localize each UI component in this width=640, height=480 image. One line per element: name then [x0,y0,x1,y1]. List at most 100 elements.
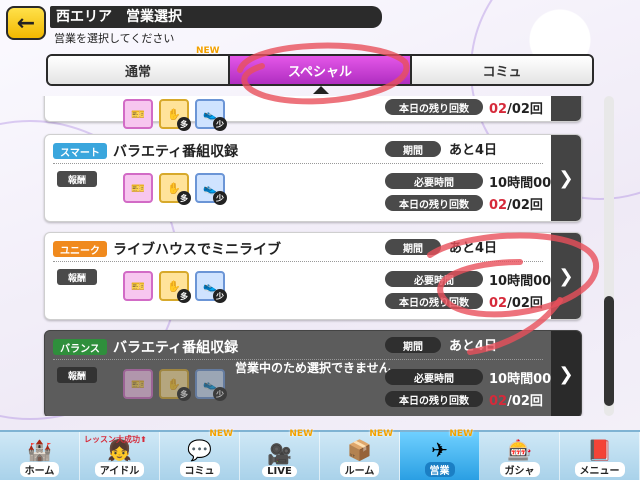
reward-level: 少 [213,289,227,303]
nav-label: LIVE [262,466,297,477]
reward-ticket-icon: 🎫 [123,173,153,203]
menu-icon: 📕 [587,438,612,462]
tab-label: スペシャル [287,64,353,80]
period-value: あと4日 [449,241,498,256]
required-time-label: 必要時間 [385,173,483,189]
back-button[interactable]: ← [6,6,46,40]
reward-ticket-icon: 🎫 [123,99,153,129]
reward-hand-icon: ✋ 多 [159,173,191,205]
chevron-right-icon: ❯ [551,233,581,319]
tab-label: 通常 [124,64,151,80]
chevron-right-icon: ❯ [551,331,581,416]
reward-shoe-icon: 👟 少 [195,271,227,303]
reward-hand-icon: ✋ 多 [159,99,191,131]
page-subtitle: 営業を選択してください [54,32,175,45]
remaining-count-label: 本日の残り回数 [385,391,483,407]
reward-shoe-icon: 👟 少 [195,99,227,131]
nav-commu[interactable]: NEW 💬 コミュ [160,429,240,480]
period-label: 期間 [385,337,441,353]
reward-shoe-icon: 👟 少 [195,369,227,401]
scrollbar[interactable] [604,96,614,416]
period-value: あと4日 [449,143,498,158]
header: ← 西エリア 営業選択 営業を選択してください [6,4,382,45]
reward-level: 少 [213,387,227,401]
nav-label: ホーム [19,462,60,477]
remaining-count-current: 02 [489,394,508,409]
remaining-count-total: /02回 [507,102,543,117]
tab-label: コミュ [482,64,522,80]
reward-label: 報酬 [57,367,97,383]
period-label: 期間 [385,141,441,157]
remaining-count-current: 02 [489,296,508,311]
nav-notice: レッスン大成功⬆ [84,435,147,444]
job-type-tag: ユニーク [53,241,107,257]
divider [53,163,543,164]
remaining-count-value: 02/02回 [489,194,543,213]
nav-label: メニュー [574,462,625,477]
reward-icons: 🎫 ✋ 多 👟 少 [123,369,227,401]
scrollbar-thumb[interactable] [604,296,614,406]
nav-label: ガシャ [499,462,540,477]
job-type-tag: スマート [53,143,107,159]
remaining-count-label: 本日の残り回数 [385,293,483,309]
required-time-label: 必要時間 [385,271,483,287]
remaining-count-label: 本日の残り回数 [385,195,483,211]
nav-room[interactable]: NEW 📦 ルーム [320,429,400,480]
new-badge: NEW [196,46,220,56]
remaining-count-total: /02回 [507,198,543,213]
tab-bar: 通常 スペシャル コミュ [46,54,594,86]
nav-home[interactable]: 🏰 ホーム [0,432,80,480]
job-card[interactable]: スマート バラエティ番組収録 期間 あと4日 報酬 🎫 ✋ 多 👟 少 必要時間 1… [44,134,582,222]
nav-eigyo[interactable]: NEW ✈ 営業 [400,429,480,480]
reward-ticket-icon: 🎫 [123,271,153,301]
castle-icon: 🏰 [27,438,52,462]
reward-icons: 🎫 ✋ 多 👟 少 [123,173,227,205]
tab-commu[interactable]: コミュ [410,56,592,84]
job-card[interactable]: ユニーク ライブハウスでミニライブ 期間 あと4日 報酬 🎫 ✋ 多 👟 少 必要時… [44,232,582,320]
nav-menu[interactable]: 📕 メニュー [560,432,640,480]
reward-level: 多 [177,387,191,401]
new-badge: NEW [369,429,393,439]
reward-icons: 🎫 ✋ 多 👟 少 [123,271,227,303]
required-time-label: 必要時間 [385,369,483,385]
job-title: ライブハウスでミニライブ [113,242,281,258]
job-title: バラエティ番組収録 [113,144,239,160]
remaining-count-label: 本日の残り回数 [385,99,483,115]
reward-level: 少 [213,191,227,205]
nav-gacha[interactable]: 🎰 ガシャ [480,432,560,480]
room-icon: 📦 [347,438,372,462]
divider [53,261,543,262]
nav-label: アイドル [94,462,145,477]
reward-level: 少 [213,117,227,131]
new-badge: NEW [209,429,233,439]
reward-hand-icon: ✋ 多 [159,369,191,401]
remaining-count-current: 02 [489,198,508,213]
airplane-icon: ✈ [431,438,448,462]
reward-level: 多 [177,117,191,131]
reward-ticket-icon: 🎫 [123,369,153,399]
back-arrow-icon: ← [16,10,36,36]
live-icon: 🎥 [267,442,292,466]
nav-idol[interactable]: レッスン大成功⬆ 👧 アイドル [80,432,160,480]
remaining-count-total: /02回 [507,296,543,311]
reward-level: 多 [177,289,191,303]
job-card-disabled: バランス バラエティ番組収録 期間 あと4日 営業中のため選択できません 報酬 … [44,330,582,416]
period-value: あと4日 [449,339,498,354]
bottom-nav: 🏰 ホーム レッスン大成功⬆ 👧 アイドル NEW 💬 コミュ NEW 🎥 LI… [0,429,640,480]
reward-level: 多 [177,191,191,205]
job-card[interactable]: 🎫 ✋多 👟少 本日の残り回数 02/02回 ❯ [44,96,582,131]
nav-label: ルーム [339,462,380,477]
reward-hand-icon: ✋ 多 [159,271,191,303]
job-list: 🎫 ✋多 👟少 本日の残り回数 02/02回 ❯ スマート バラエティ番組収録 … [38,96,598,416]
chat-icon: 💬 [187,438,212,462]
remaining-count-value: 02/02回 [489,390,543,409]
tab-normal[interactable]: 通常 [48,56,228,84]
reward-label: 報酬 [57,171,97,187]
gacha-icon: 🎰 [507,438,532,462]
tab-special[interactable]: スペシャル [228,56,410,84]
reward-shoe-icon: 👟 少 [195,173,227,205]
nav-live[interactable]: NEW 🎥 LIVE [240,429,320,480]
chevron-right-icon: ❯ [551,135,581,221]
remaining-count-value: 02/02回 [489,292,543,311]
remaining-count-current: 02 [489,102,508,117]
